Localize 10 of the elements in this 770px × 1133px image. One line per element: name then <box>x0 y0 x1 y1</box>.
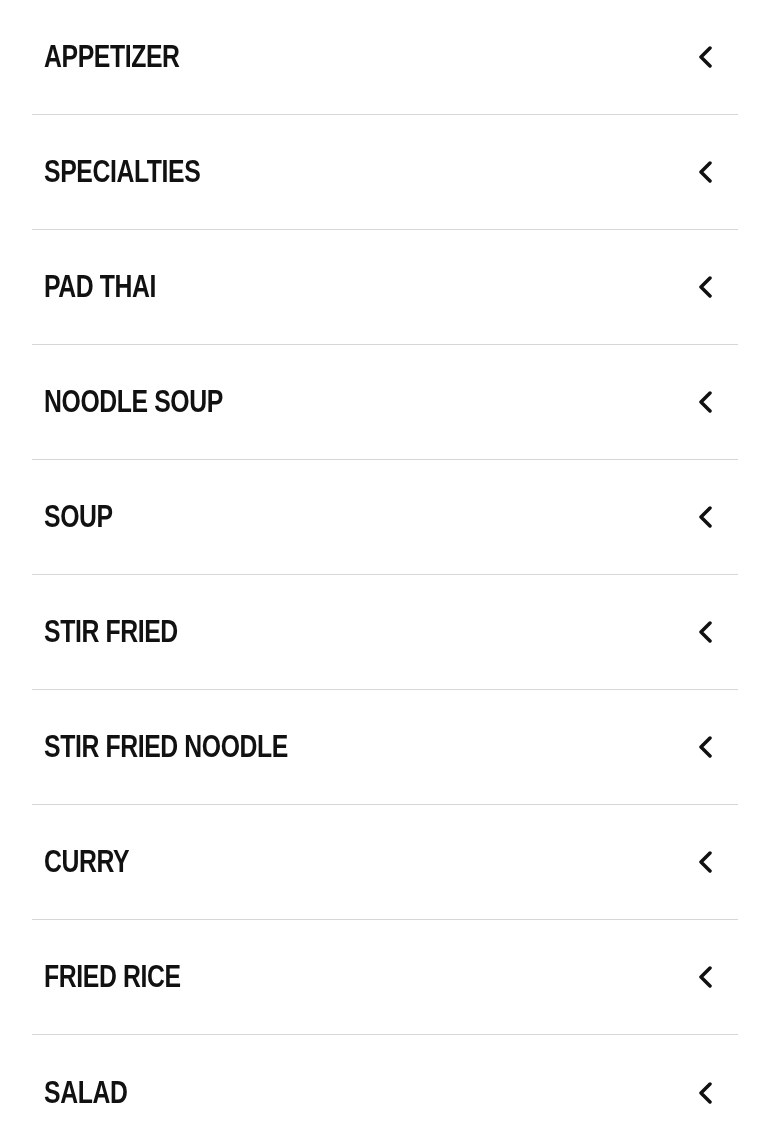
chevron-icon <box>698 46 712 68</box>
chevron-icon <box>698 736 712 758</box>
chevron-icon <box>698 966 712 988</box>
chevron-icon <box>698 621 712 643</box>
chevron-icon <box>698 1081 712 1104</box>
chevron-icon <box>698 276 712 298</box>
chevron-icon <box>698 391 712 413</box>
chevron-icon <box>698 161 712 183</box>
chevron-icon <box>698 506 712 528</box>
chevron-icon <box>698 851 712 873</box>
